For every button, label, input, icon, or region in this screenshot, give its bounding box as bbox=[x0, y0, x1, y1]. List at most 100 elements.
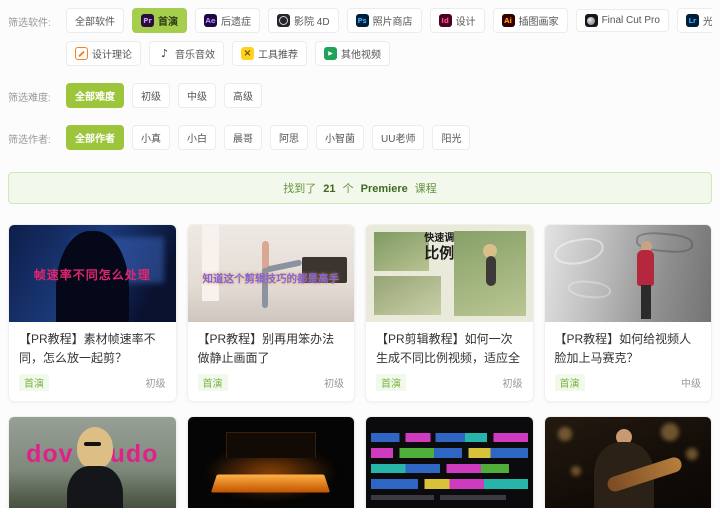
chip-other-video[interactable]: 其他视频 bbox=[315, 41, 390, 66]
overlay-text-line2: 比例 bbox=[424, 245, 455, 263]
bokeh-light-shape-4 bbox=[571, 465, 582, 476]
course-card-grid: 帧速率不同怎么处理 【PR教程】素材帧速率不同，怎么放一起剪？ 首演 初级 知道… bbox=[8, 224, 712, 508]
sunglasses-shape bbox=[83, 442, 101, 447]
laptop-screen-shape bbox=[225, 431, 316, 458]
chip-after-effects[interactable]: Ae 后遗症 bbox=[195, 8, 260, 33]
chip-music-sfx[interactable]: 音乐音效 bbox=[149, 41, 224, 66]
software-badge: 首演 bbox=[197, 374, 228, 391]
woman-red-dress-shape bbox=[636, 250, 654, 287]
chip-all-software[interactable]: 全部软件 bbox=[66, 8, 124, 33]
chip-cinema4d[interactable]: 影院 4D bbox=[268, 8, 339, 33]
chip-author-xiaobai[interactable]: 小白 bbox=[178, 125, 216, 150]
graffiti-scribble-shape-3 bbox=[567, 279, 612, 301]
chip-indesign[interactable]: Id 设计 bbox=[429, 8, 485, 33]
music-note-icon bbox=[158, 47, 171, 60]
course-thumbnail-1: 帧速率不同怎么处理 bbox=[9, 225, 176, 322]
banner-suffix: 课程 bbox=[414, 183, 437, 195]
course-card-8[interactable]: 【PR教程】Premiere 制作炫酷的闪动视频转场效果 首演 初级 bbox=[543, 416, 712, 508]
chip-final-cut-pro[interactable]: Final Cut Pro bbox=[575, 9, 669, 32]
timeline-track-shape-5 bbox=[370, 494, 528, 501]
after-effects-icon: Ae bbox=[204, 14, 217, 27]
course-thumbnail-7 bbox=[366, 417, 533, 508]
level-label: 初级 bbox=[502, 379, 523, 390]
chip-all-authors[interactable]: 全部作者 bbox=[66, 125, 124, 150]
thumbnail-overlay-text: 快速调 比例 bbox=[423, 233, 456, 264]
card-footer: 首演 初级 bbox=[188, 368, 355, 401]
course-title: 【PR教程】素材帧速率不同，怎么放一起剪？ bbox=[19, 332, 156, 365]
bokeh-light-shape-2 bbox=[661, 422, 680, 441]
banner-keyword: Premiere bbox=[360, 183, 408, 195]
result-banner: 找到了 21 个 Premiere 课程 bbox=[8, 172, 712, 204]
course-thumbnail-4 bbox=[544, 225, 711, 322]
chip-design-theory[interactable]: 设计理论 bbox=[66, 41, 141, 66]
software-badge: 首演 bbox=[376, 374, 406, 391]
lightroom-icon: Lr bbox=[685, 14, 699, 27]
course-title: 【PR剪辑教程】如何一次生成不同比例视频，适应全平台！ bbox=[376, 332, 521, 365]
play-video-icon bbox=[324, 47, 337, 60]
chip-author-yangguang[interactable]: 阳光 bbox=[432, 125, 471, 150]
photoshop-icon: Ps bbox=[355, 14, 369, 27]
chip-author-uu-teacher[interactable]: UU老师 bbox=[372, 125, 425, 150]
software-badge: 首演 bbox=[554, 374, 585, 391]
course-card-4[interactable]: 【PR教程】如何给视频人脸加上马赛克？ 首演 中级 bbox=[543, 224, 712, 402]
author-chip-line: 全部作者 小真 小白 晨哥 阿思 小智菌 UU老师 阳光 bbox=[66, 125, 712, 150]
filter-row-difficulty: 筛选难度: 全部难度 初级 中级 高级 bbox=[8, 83, 712, 116]
final-cut-pro-icon bbox=[584, 14, 598, 27]
timeline-track-shape-3 bbox=[370, 463, 528, 474]
bokeh-light-shape-3 bbox=[686, 448, 699, 461]
thumbnail-overlay-text: 知道这个剪辑技巧的都是高手 bbox=[202, 272, 340, 285]
chip-photoshop[interactable]: Ps 照片商店 bbox=[346, 8, 422, 33]
chip-author-xiaozhijun[interactable]: 小智菌 bbox=[316, 125, 364, 150]
chip-author-asi[interactable]: 阿思 bbox=[270, 125, 308, 150]
timeline-track-shape-4 bbox=[370, 479, 528, 489]
chip-author-chenge[interactable]: 晨哥 bbox=[224, 125, 262, 150]
timeline-track-shape-1 bbox=[370, 432, 528, 443]
level-label: 中级 bbox=[681, 379, 701, 390]
photo-crop-shape-1 bbox=[374, 231, 430, 271]
course-thumbnail-3: 快速调 比例 bbox=[366, 225, 533, 322]
chip-illustrator[interactable]: Ai 插图画家 bbox=[492, 8, 568, 33]
course-card-3[interactable]: 快速调比例 【PR剪辑教程】如何一次生成不同比例视频，适应全平台！ 首演 初级 bbox=[365, 224, 534, 402]
software-chip-line-1: 全部软件 Pr 首演 Ae 后遗症 影院 4D Ps 照片商店 Id 设计 Ai 插图画家… bbox=[66, 8, 712, 33]
chip-author-xiaozhen[interactable]: 小真 bbox=[132, 125, 170, 150]
course-card-2[interactable]: 知道这个剪辑技巧的都是高手 【PR教程】别再用笨办法做静止画面了 首演 初级 bbox=[186, 224, 355, 402]
course-title: 【PR教程】别再用笨办法做静止画面了 bbox=[197, 332, 335, 365]
course-card-5[interactable]: dovudo 【PR教程】用Premiere制作标题字被人物遮挡的效果 首演 初… bbox=[8, 416, 177, 508]
indesign-icon: Id bbox=[438, 14, 452, 27]
timeline-track-shape-2 bbox=[370, 448, 528, 458]
chip-difficulty-advanced[interactable]: 高级 bbox=[224, 83, 262, 108]
laptop-keyboard-shape bbox=[210, 474, 331, 494]
course-search-page: 筛选软件: 全部软件 Pr 首演 Ae 后遗症 影院 4D Ps 照片商店 Id 设计 … bbox=[0, 0, 720, 508]
course-card-1[interactable]: 帧速率不同怎么处理 【PR教程】素材帧速率不同，怎么放一起剪？ 首演 初级 bbox=[8, 224, 177, 402]
chip-all-difficulty[interactable]: 全部难度 bbox=[66, 83, 124, 108]
banner-unit: 个 bbox=[342, 183, 354, 195]
course-thumbnail-8 bbox=[544, 417, 711, 508]
overlay-text-line1: 快速调 bbox=[424, 232, 455, 244]
photo-crop-shape-2 bbox=[374, 276, 441, 316]
course-card-6[interactable]: 【PR教程】你不知道的那些 Pr 高效剪辑小秘密 首演 初级 bbox=[186, 416, 355, 508]
filter-row-software: 筛选软件: 全部软件 Pr 首演 Ae 后遗症 影院 4D Ps 照片商店 Id 设计 … bbox=[8, 8, 712, 74]
software-badge: 首演 bbox=[19, 374, 49, 391]
bokeh-light-shape-1 bbox=[557, 426, 572, 441]
leather-jacket-shape bbox=[67, 465, 124, 508]
course-thumbnail-6 bbox=[187, 417, 354, 508]
tools-icon bbox=[241, 47, 254, 60]
course-card-7[interactable]: 【PR教程】使用素材代理功能，让剪辑不再卡 首演 初级 bbox=[365, 416, 534, 508]
chip-difficulty-beginner[interactable]: 初级 bbox=[132, 83, 170, 108]
chip-premiere[interactable]: Pr 首演 bbox=[132, 8, 187, 33]
woman-hair-shape bbox=[77, 426, 114, 469]
chip-lightroom[interactable]: Lr光室 bbox=[676, 8, 712, 33]
software-chip-line-2: 设计理论 音乐音效 工具推荐 其他视频 bbox=[66, 41, 712, 66]
cinema4d-icon bbox=[277, 14, 290, 27]
chip-difficulty-intermediate[interactable]: 中级 bbox=[178, 83, 216, 108]
graffiti-scribble-shape-1 bbox=[552, 235, 606, 268]
overlay-text-left: dov bbox=[26, 440, 74, 469]
card-footer: 首演 中级 bbox=[545, 368, 712, 401]
software-chip-lines: 全部软件 Pr 首演 Ae 后遗症 影院 4D Ps 照片商店 Id 设计 Ai 插图画家… bbox=[66, 8, 712, 74]
card-footer: 首演 初级 bbox=[366, 368, 533, 401]
banner-count: 21 bbox=[323, 183, 336, 195]
chip-tool-recommend[interactable]: 工具推荐 bbox=[232, 41, 307, 66]
illustrator-icon: Ai bbox=[501, 14, 515, 27]
figure-body-shape bbox=[485, 256, 496, 287]
premiere-icon: Pr bbox=[141, 14, 154, 27]
